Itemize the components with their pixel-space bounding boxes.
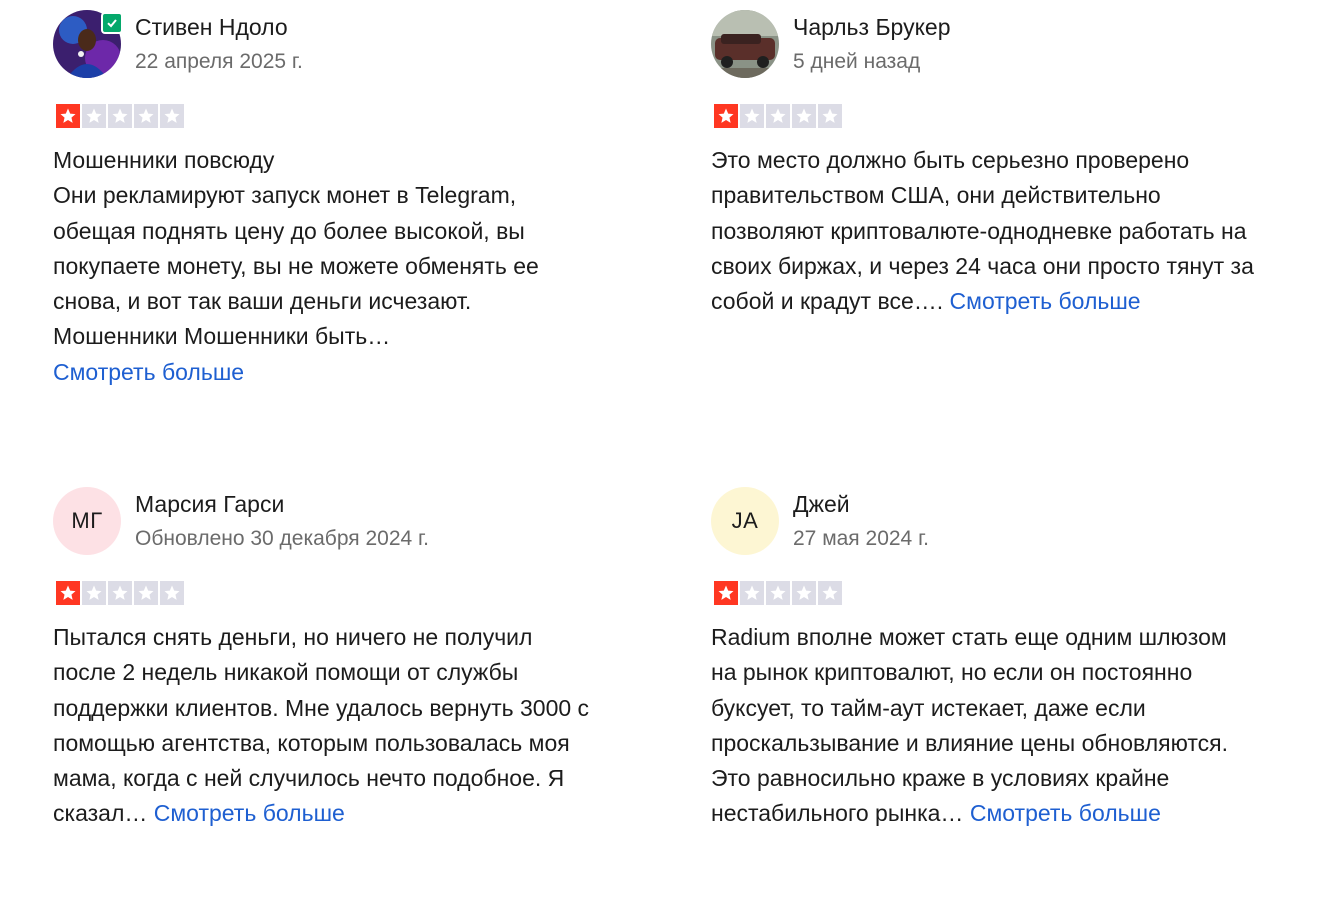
star-icon — [56, 581, 80, 605]
star-rating — [56, 581, 184, 605]
avatar-initials: МГ — [71, 508, 103, 533]
star-icon — [108, 104, 132, 128]
review-title: Мошенники повсюду — [53, 147, 275, 173]
see-more-link[interactable]: Смотреть больше — [154, 800, 345, 826]
avatar[interactable]: МГ — [53, 487, 121, 555]
avatar[interactable] — [711, 10, 779, 78]
user-photo-icon — [711, 10, 779, 78]
star-icon — [792, 581, 816, 605]
star-rating — [56, 104, 184, 128]
star-icon — [82, 581, 106, 605]
star-icon — [714, 581, 738, 605]
review-date: 22 апреля 2025 г. — [135, 50, 303, 73]
star-rating — [714, 581, 842, 605]
star-icon — [714, 104, 738, 128]
star-icon — [134, 104, 158, 128]
review-body: Мошенники повсюду Они рекламируют запуск… — [53, 143, 598, 390]
review-card: JA Джей 27 мая 2024 г. Radium вполне мож… — [711, 477, 1271, 826]
see-more-link[interactable]: Смотреть больше — [53, 359, 244, 385]
star-icon — [740, 581, 764, 605]
review-text: Мошенники Мошенники быть… — [53, 323, 391, 350]
reviewer-name[interactable]: Чарльз Брукер — [793, 14, 951, 41]
review-header: Стивен Ндоло 22 апреля 2025 г. — [53, 0, 613, 80]
star-icon — [792, 104, 816, 128]
star-icon — [56, 104, 80, 128]
star-rating — [714, 104, 842, 128]
review-date: Обновлено 30 декабря 2024 г. — [135, 527, 429, 550]
see-more-link[interactable]: Смотреть больше — [970, 800, 1161, 826]
review-card: МГ Марсия Гарси Обновлено 30 декабря 202… — [53, 477, 613, 826]
review-date: 27 мая 2024 г. — [793, 527, 929, 550]
verified-badge-icon — [101, 12, 123, 34]
reviewer-name[interactable]: Джей — [793, 491, 850, 518]
review-card: Стивен Ндоло 22 апреля 2025 г. Мошенники… — [53, 0, 613, 385]
star-icon — [82, 104, 106, 128]
see-more-link[interactable]: Смотреть больше — [950, 288, 1141, 314]
review-text: Radium вполне может стать еще одним шлюз… — [711, 624, 1228, 827]
star-icon — [108, 581, 132, 605]
review-text: Они рекламируют запуск монет в Telegram,… — [53, 182, 539, 315]
review-body: Пытался снять деньги, но ничего не получ… — [53, 620, 598, 832]
star-icon — [160, 104, 184, 128]
star-icon — [740, 104, 764, 128]
reviewer-name[interactable]: Стивен Ндоло — [135, 14, 288, 41]
review-header: Чарльз Брукер 5 дней назад — [711, 0, 1271, 80]
review-header: JA Джей 27 мая 2024 г. — [711, 477, 1271, 557]
review-text: Пытался снять деньги, но ничего не получ… — [53, 624, 590, 827]
reviewer-name[interactable]: Марсия Гарси — [135, 491, 284, 518]
review-card: Чарльз Брукер 5 дней назад Это место дол… — [711, 0, 1271, 314]
avatar[interactable]: JA — [711, 487, 779, 555]
star-icon — [766, 104, 790, 128]
star-icon — [160, 581, 184, 605]
star-icon — [818, 104, 842, 128]
review-date: 5 дней назад — [793, 50, 921, 73]
review-body: Это место должно быть серьезно проверено… — [711, 143, 1256, 319]
review-body: Radium вполне может стать еще одним шлюз… — [711, 620, 1256, 832]
star-icon — [134, 581, 158, 605]
review-header: МГ Марсия Гарси Обновлено 30 декабря 202… — [53, 477, 613, 557]
avatar-initials: JA — [731, 508, 759, 533]
star-icon — [766, 581, 790, 605]
star-icon — [818, 581, 842, 605]
